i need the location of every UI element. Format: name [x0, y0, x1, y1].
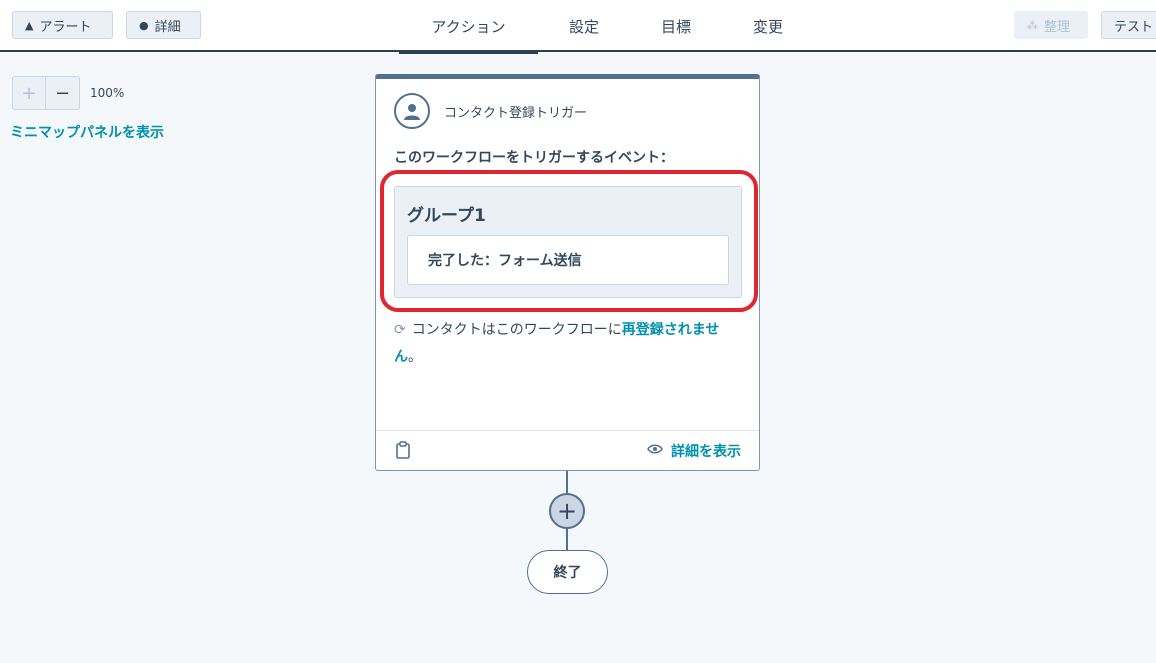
connector-line	[566, 529, 568, 550]
connector-line	[566, 471, 568, 493]
refresh-icon: ⟳	[394, 322, 406, 338]
trigger-card-header: コンタクト登録トリガー	[394, 93, 587, 129]
test-button-label: テスト	[1114, 19, 1154, 35]
tab-actions[interactable]: アクション	[399, 0, 538, 54]
reenrollment-note: ⟳ コンタクトはこのワークフローに再登録されません。	[394, 317, 746, 371]
tab-changes[interactable]: 変更	[739, 0, 797, 52]
clipboard-icon[interactable]	[396, 441, 410, 463]
tab-goals-label: 目標	[660, 17, 691, 36]
show-minimap-link[interactable]: ミニマップパネルを表示	[10, 122, 164, 142]
tab-goals[interactable]: 目標	[647, 0, 705, 52]
test-button[interactable]: テスト	[1101, 11, 1156, 39]
zoom-in-button[interactable]: +	[12, 76, 46, 110]
reenroll-suffix: 。	[408, 349, 422, 365]
view-details-label: 詳細を表示	[671, 444, 741, 460]
alerts-button[interactable]: ▲ アラート	[12, 11, 113, 39]
zoom-controls: + − 100%	[12, 76, 124, 110]
trigger-card-footer: 詳細を表示	[376, 430, 759, 470]
trigger-event-label: このワークフローをトリガーするイベント：	[394, 150, 674, 166]
details-button[interactable]: ● 詳細	[126, 11, 201, 39]
tab-actions-label: アクション	[431, 17, 506, 36]
organize-icon: ⁂	[1027, 18, 1038, 32]
tab-settings[interactable]: 設定	[555, 0, 613, 52]
trigger-title: コンタクト登録トリガー	[444, 105, 588, 121]
end-label: 終了	[553, 565, 582, 581]
contact-avatar-icon	[394, 93, 430, 129]
end-node: 終了	[527, 550, 608, 594]
eye-icon	[647, 443, 663, 459]
reenroll-prefix: コンタクトはこのワークフローに	[411, 322, 622, 338]
tab-changes-label: 変更	[752, 17, 783, 36]
top-navigation-bar: ▲ アラート ● 詳細 アクション 設定 目標 変更 ⁂ 整理 テスト	[0, 0, 1156, 54]
warning-icon: ▲	[25, 18, 34, 32]
add-action-button[interactable]: +	[549, 493, 585, 529]
details-button-label: 詳細	[154, 19, 181, 35]
info-icon: ●	[139, 18, 149, 32]
highlight-annotation	[380, 170, 758, 312]
organize-button-label: 整理	[1044, 19, 1071, 35]
tab-settings-label: 設定	[568, 17, 599, 36]
enrollment-trigger-card[interactable]: コンタクト登録トリガー このワークフローをトリガーするイベント： グループ1 完…	[375, 74, 760, 471]
alerts-button-label: アラート	[39, 19, 92, 35]
view-details-link[interactable]: 詳細を表示	[647, 441, 741, 461]
zoom-out-button[interactable]: −	[46, 76, 80, 110]
zoom-level: 100%	[90, 86, 125, 100]
organize-button[interactable]: ⁂ 整理	[1014, 11, 1088, 39]
